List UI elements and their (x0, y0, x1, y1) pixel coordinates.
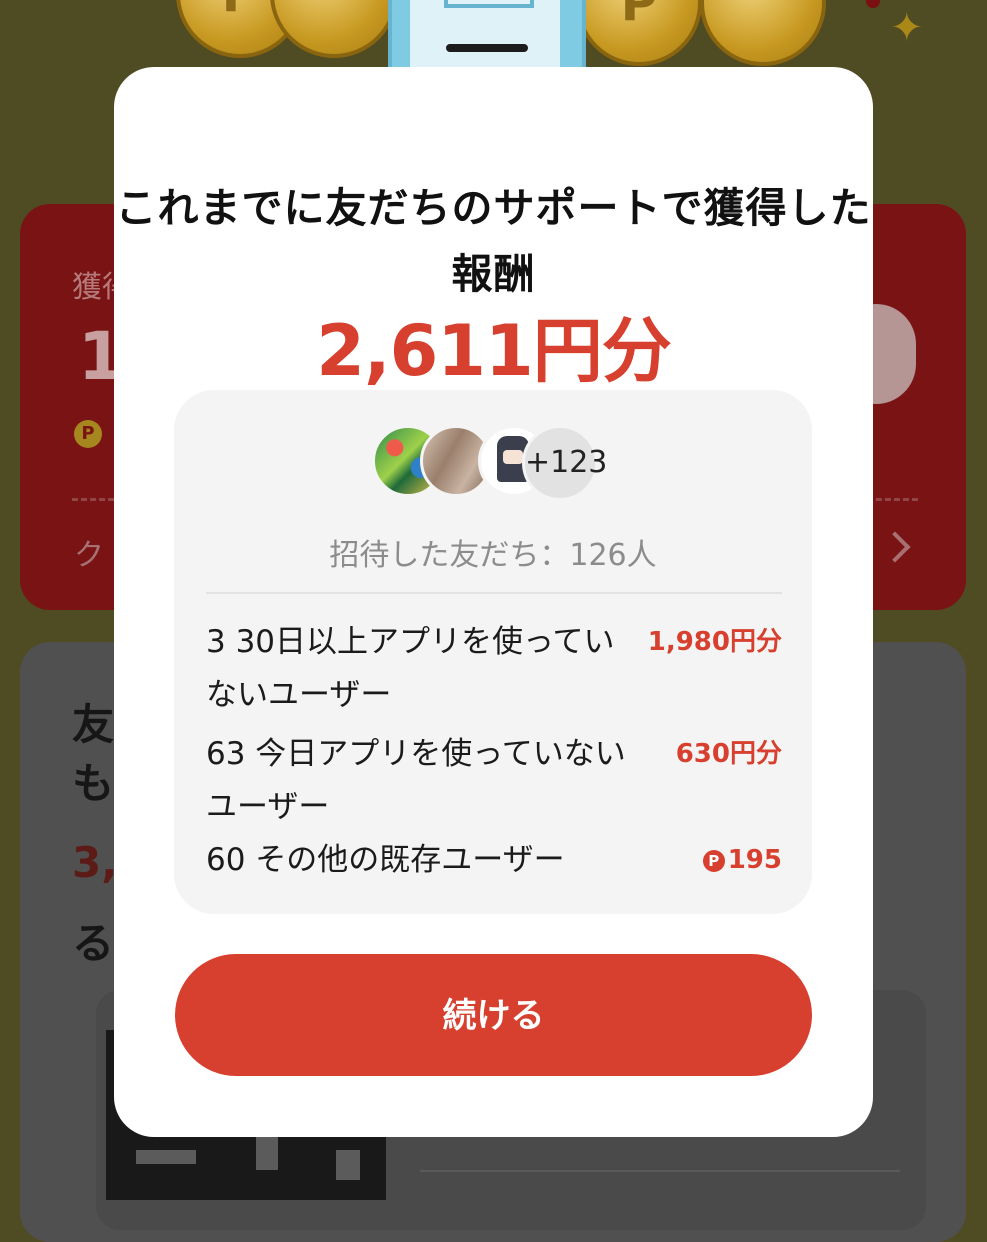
reward-row-label: 60 その他の既存ユーザー (206, 842, 565, 878)
continue-button[interactable]: 続ける (175, 954, 812, 1076)
divider (206, 592, 782, 594)
reward-row-value: 1,980円分 (647, 627, 782, 657)
coin-p-icon: P (620, 0, 658, 32)
sparkle-icon: ✦ (890, 5, 924, 51)
total-reward: 2,611円分 (316, 310, 671, 392)
reward-row-label: 63 今日アプリを使っていないユーザー (206, 736, 626, 825)
reward-row-label: 3 30日以上アプリを使っていないユーザー (206, 624, 615, 713)
invited-avatars: +123 (372, 425, 612, 501)
invite-suffix: る (72, 919, 115, 968)
coin-decoration: P (576, 0, 702, 66)
invited-count: 招待した友だち：126人 (329, 538, 657, 573)
divider (420, 1170, 900, 1172)
summary-panel: +123 招待した友だち：126人 3 30日以上アプリを使っていないユーザー … (174, 390, 812, 914)
coin-decoration (700, 0, 826, 66)
reward-row-value: P 195 (702, 834, 782, 887)
reward-row-value: 630円分 (675, 739, 782, 769)
more-avatars-count: +123 (522, 425, 607, 501)
confetti-dot (866, 0, 880, 8)
reward-summary-modal: これまでに友だちのサポートで獲得した報酬 2,611円分 +123 招待した友だ… (114, 67, 873, 1137)
invite-amount: 3, (72, 838, 118, 887)
point-icon: P (702, 850, 725, 872)
coupon-link[interactable]: ク (74, 530, 104, 574)
modal-title: これまでに友だちのサポートで獲得した報酬 (115, 184, 872, 298)
point-icon: P (74, 420, 102, 448)
